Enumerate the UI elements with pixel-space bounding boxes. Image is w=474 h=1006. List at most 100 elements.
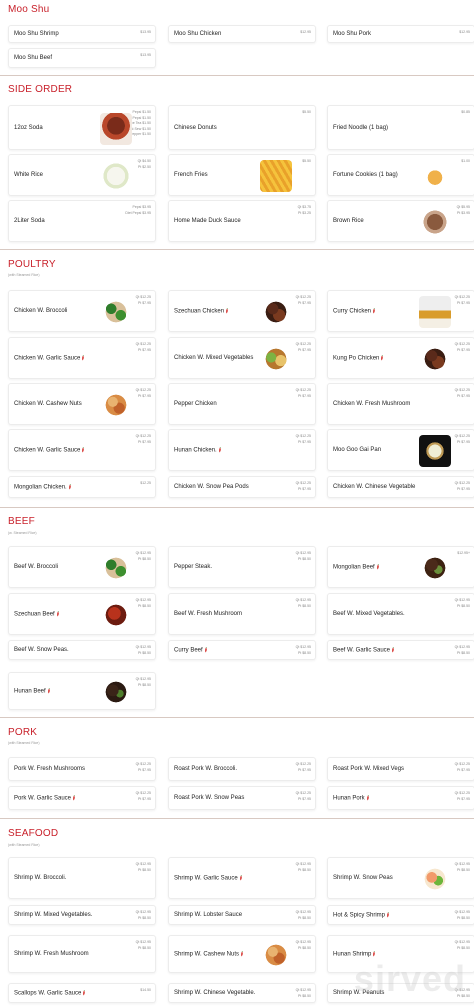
menu-item-card[interactable]: Hunan Beef Qt $12.95 Pt $8.50: [8, 672, 156, 710]
menu-item-name: Moo Goo Gai Pan: [333, 447, 382, 453]
menu-item-name: Scallops W. Garlic Sauce: [14, 990, 82, 997]
menu-item-card[interactable]: Moo Shu Chicken $12.95: [168, 25, 316, 43]
menu-item-name-row: Pepper Steak.: [174, 564, 212, 570]
menu-item-name-row: Fried Noodle (1 bag): [333, 125, 388, 131]
menu-item-card[interactable]: Beef W. Broccoli Qt $12.95 Pt $8.50: [8, 546, 156, 588]
menu-item-card[interactable]: Beef W. Snow Peas. Qt $12.95 Pt $8.50: [8, 640, 156, 660]
menu-item-card[interactable]: Moo Goo Gai Pan Qt $12.25 Pt $7.95: [327, 429, 474, 471]
menu-item-card[interactable]: Chicken W. Mixed Vegetables Qt $12.25 Pt …: [168, 337, 316, 379]
menu-item-name: Hot & Spicy Shrimp: [333, 912, 386, 919]
menu-item-card[interactable]: Kung Po Chicken Qt $12.25 Pt $7.95: [327, 337, 474, 379]
menu-item-price: Qt $12.95 Pt $8.50: [295, 988, 311, 998]
section-title: PORK: [8, 727, 38, 738]
menu-item-card[interactable]: Pepper Chicken Qt $12.25 Pt $7.95: [168, 383, 316, 425]
menu-item-card[interactable]: Chicken W. Chinese Vegetable Qt $12.25 Pt…: [327, 476, 474, 498]
section-title: Moo Shu: [8, 4, 50, 15]
menu-item-card[interactable]: Shrimp W. Broccoli. Qt $12.95 Pt $8.50: [8, 857, 156, 899]
menu-item-name-row: Shrimp W. Cashew Nuts: [174, 950, 244, 958]
menu-item-card[interactable]: Roast Pork W. Snow Peas Qt $12.25 Pt $7.9…: [168, 786, 316, 810]
menu-item-card[interactable]: Chicken W. Cashew Nuts Qt $12.25 Pt $7.95: [8, 383, 156, 425]
food-photo: [100, 160, 132, 192]
chili-pepper-icon: [391, 646, 395, 653]
menu-item-card[interactable]: Scallops W. Garlic Sauce $14.50: [8, 983, 156, 1003]
menu-item-card[interactable]: Chicken W. Fresh Mushroom Qt $12.25 Pt $7…: [327, 383, 474, 425]
section-title: SIDE ORDER: [8, 84, 73, 95]
menu-item-card[interactable]: 12oz SodaPepsi $1.50 Diet Pepsi $1.50 Ic…: [8, 105, 156, 150]
menu-item-name: Kung Po Chicken: [333, 355, 380, 362]
menu-item-price: Qt $12.95 Pt $8.50: [295, 910, 311, 920]
menu-item-name-row: Chicken W. Broccoli: [14, 308, 67, 314]
chili-pepper-icon: [56, 610, 60, 617]
menu-item-card[interactable]: Chicken W. Garlic Sauce Qt $12.25 Pt $7.9…: [8, 337, 156, 379]
menu-item-card[interactable]: Hot & Spicy Shrimp Qt $12.95 Pt $8.50: [327, 905, 474, 925]
food-photo: [100, 296, 132, 328]
menu-item-price: Qt $12.95 Pt $8.50: [135, 940, 151, 950]
menu-item-name: Curry Beef: [174, 647, 203, 654]
menu-item-card[interactable]: Moo Shu Shrimp $13.95: [8, 25, 156, 43]
menu-item-card[interactable]: Shrimp W. Cashew Nuts Qt $12.95 Pt $8.50: [168, 935, 316, 973]
menu-item-card[interactable]: Roast Pork W. Mixed Vegs Qt $12.25 Pt $7.…: [327, 757, 474, 781]
menu-item-card[interactable]: Beef W. Garlic Sauce Qt $12.95 Pt $8.50: [327, 640, 474, 660]
menu-item-card[interactable]: Fortune Cookies (1 bag) $1.00: [327, 154, 474, 196]
menu-item-name-row: Beef W. Garlic Sauce: [333, 646, 395, 654]
food-photo: [419, 206, 451, 238]
menu-item-name: Shrimp W. Cashew Nuts: [174, 951, 240, 958]
menu-item-card[interactable]: 2Liter Soda Pepsi $3.95 Diet Pepsi $3.95: [8, 200, 156, 242]
menu-item-card[interactable]: Roast Pork W. Broccoli. Qt $12.25 Pt $7.9…: [168, 757, 316, 781]
menu-item-card[interactable]: Shrimp W. Mixed Vegetables. Qt $12.95 Pt …: [8, 905, 156, 925]
menu-item-card[interactable]: Shrimp W. Chinese Vegetable. Qt $12.95 Pt…: [168, 983, 316, 1003]
menu-item-card[interactable]: Chicken W. Snow Pea Pods Qt $12.25 Pt $7.…: [168, 476, 316, 498]
menu-item-card[interactable]: Szechuan Chicken Qt $12.25 Pt $7.95: [168, 290, 316, 332]
menu-item-name-row: Shrimp W. Mixed Vegetables.: [14, 912, 92, 918]
food-photo: [419, 160, 451, 192]
menu-item-name: Moo Shu Chicken: [174, 31, 222, 37]
menu-item-name-row: White Rice: [14, 172, 43, 178]
menu-item-name-row: Shrimp W. Broccoli.: [14, 875, 66, 881]
menu-item-name: Chinese Donuts: [174, 125, 217, 131]
menu-item-name: Chicken W. Broccoli: [14, 308, 68, 314]
menu-item-card[interactable]: Szechuan Beef Qt $12.95 Pt $8.50: [8, 593, 156, 635]
menu-item-card[interactable]: Curry Beef Qt $12.95 Pt $8.50: [168, 640, 316, 660]
menu-item-card[interactable]: Fried Noodle (1 bag) $0.85: [327, 105, 474, 150]
menu-item-card[interactable]: Hunan Chicken. Qt $12.25 Pt $7.95: [168, 429, 316, 471]
menu-item-card[interactable]: Shrimp W. Snow Peas Qt $12.95 Pt $8.50: [327, 857, 474, 899]
menu-item-card[interactable]: Home Made Duck Sauce Qt $3.75 Pt $3.25: [168, 200, 316, 242]
menu-item-card[interactable]: Pork W. Fresh Mushrooms Qt $12.25 Pt $7.9…: [8, 757, 156, 781]
chili-pepper-icon: [218, 446, 222, 453]
food-photo: [100, 389, 132, 421]
menu-item-card[interactable]: Pepper Steak. Qt $12.95 Pt $8.50: [168, 546, 316, 588]
menu-item-card[interactable]: Chicken W. Broccoli Qt $12.25 Pt $7.95: [8, 290, 156, 332]
menu-item-name-row: Moo Shu Shrimp: [14, 31, 59, 37]
menu-item-card[interactable]: Brown Rice Qt $5.95 Pt $3.95: [327, 200, 474, 242]
menu-item-card[interactable]: Moo Shu Pork $12.95: [327, 25, 474, 43]
menu-item-name-row: Beef W. Fresh Mushroom: [174, 611, 242, 617]
menu-item-card[interactable]: Moo Shu Beef $13.95: [8, 48, 156, 68]
menu-item-card[interactable]: Beef W. Mixed Vegetables. Qt $12.95 Pt $8…: [327, 593, 474, 635]
menu-item-card[interactable]: Mongolian Chicken. $12.25: [8, 476, 156, 498]
menu-item-card[interactable]: Mongolian Beef $12.95+: [327, 546, 474, 588]
menu-item-card[interactable]: French Fries $5.50: [168, 154, 316, 196]
menu-item-price: Qt $12.95 Pt $8.50: [454, 598, 470, 608]
menu-item-card[interactable]: Hunan Pork Qt $12.25 Pt $7.95: [327, 786, 474, 810]
menu-item-price: Qt $12.95 Pt $8.50: [454, 910, 470, 920]
menu-item-name: Brown Rice: [333, 218, 364, 224]
menu-item-name-row: Pork W. Garlic Sauce: [14, 794, 76, 802]
menu-item-card[interactable]: White Rice Qt $4.50 Pt $2.50: [8, 154, 156, 196]
menu-item-price: Qt $5.95 Pt $3.95: [456, 205, 470, 215]
section-title: POULTRY: [8, 259, 56, 270]
menu-item-card[interactable]: Shrimp W. Garlic Sauce Qt $12.95 Pt $8.50: [168, 857, 316, 899]
menu-item-card[interactable]: Shrimp W. Lobster Sauce Qt $12.95 Pt $8.5…: [168, 905, 316, 925]
menu-item-card[interactable]: Beef W. Fresh Mushroom Qt $12.95 Pt $8.50: [168, 593, 316, 635]
menu-item-price: Qt $12.95 Pt $8.50: [295, 551, 311, 561]
menu-item-name: Shrimp W. Broccoli.: [14, 875, 67, 881]
menu-item-price: Pepsi $3.95 Diet Pepsi $3.95: [125, 205, 151, 215]
menu-item-name-row: Beef W. Broccoli: [14, 564, 58, 570]
menu-item-card[interactable]: Shrimp W. Fresh Mushroom Qt $12.95 Pt $8.…: [8, 935, 156, 973]
menu-item-card[interactable]: Chinese Donuts $5.50: [168, 105, 316, 150]
menu-item-card[interactable]: Chicken W. Garlic Sauce Qt $12.25 Pt $7.9…: [8, 429, 156, 471]
menu-item-price: $12.95+: [457, 551, 470, 555]
menu-item-card[interactable]: Pork W. Garlic Sauce Qt $12.25 Pt $7.95: [8, 786, 156, 810]
menu-item-name: Chicken W. Chinese Vegetable: [333, 484, 416, 490]
menu-item-name: Chicken W. Garlic Sauce: [14, 447, 81, 454]
menu-item-card[interactable]: Curry Chicken Qt $12.25 Pt $7.95: [327, 290, 474, 332]
